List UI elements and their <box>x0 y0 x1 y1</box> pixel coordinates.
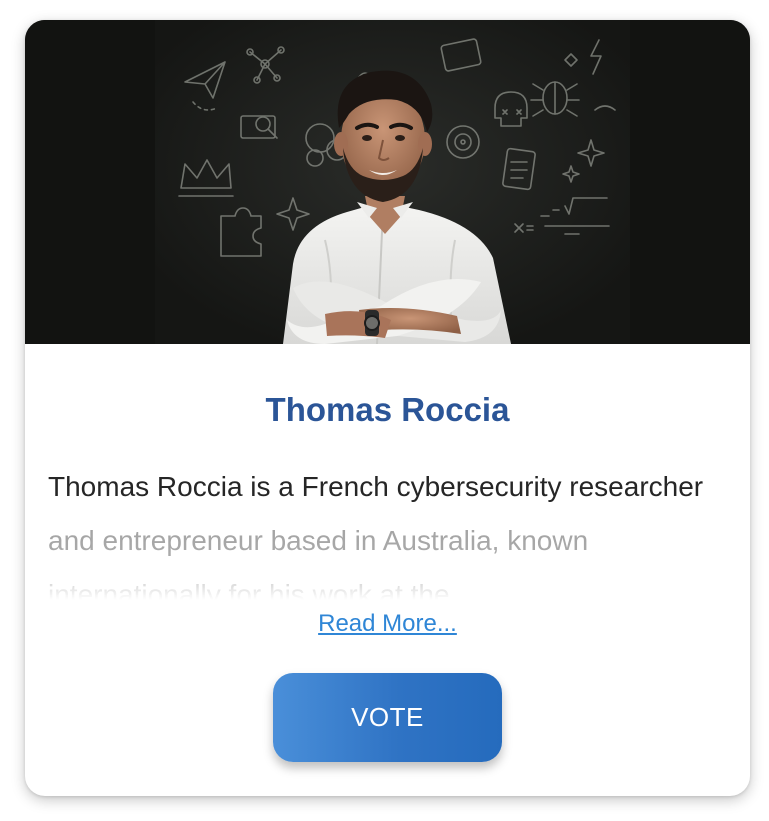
candidate-card: Thomas Roccia Thomas Roccia is a French … <box>25 20 750 796</box>
candidate-name: Thomas Roccia <box>265 391 510 428</box>
vote-button[interactable]: VOTE <box>273 673 502 762</box>
candidate-bio: Thomas Roccia is a French cybersecurity … <box>48 471 704 600</box>
candidate-photo <box>25 20 750 344</box>
read-more-container: Read More... <box>25 608 750 640</box>
read-more-link[interactable]: Read More... <box>318 610 457 637</box>
